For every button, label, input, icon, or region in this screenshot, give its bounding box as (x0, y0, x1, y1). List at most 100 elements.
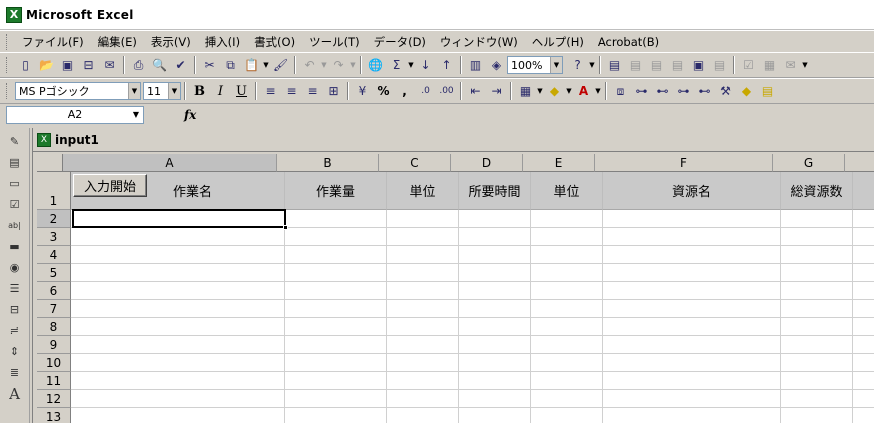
help-dropdown-icon[interactable]: ▼ (588, 61, 596, 69)
cell-b[interactable] (285, 408, 387, 423)
comma-button[interactable]: , (394, 81, 415, 102)
show-comment-icon[interactable]: ▤ (667, 55, 688, 76)
cell-f[interactable] (603, 300, 781, 318)
cell-f[interactable] (603, 246, 781, 264)
chevron-down-icon[interactable]: ▼ (129, 107, 143, 123)
cell-f[interactable] (603, 228, 781, 246)
row-header[interactable]: 8 (37, 318, 71, 336)
text-icon[interactable]: A (5, 384, 25, 403)
font-name-select[interactable]: MS Pゴシック ▼ (15, 82, 141, 100)
cell-d[interactable] (459, 246, 531, 264)
checkbox-icon[interactable]: ☑ (5, 195, 25, 214)
select-all-corner[interactable] (37, 154, 63, 172)
cell-a[interactable] (71, 300, 285, 318)
cell-h[interactable] (853, 282, 874, 300)
cell-e[interactable] (531, 354, 603, 372)
cell-d[interactable] (459, 372, 531, 390)
cell-g[interactable] (781, 318, 853, 336)
cell-f[interactable] (603, 372, 781, 390)
update-file-icon[interactable]: ▦ (759, 55, 780, 76)
send-icon[interactable]: ✉ (780, 55, 801, 76)
cell-d[interactable] (459, 336, 531, 354)
font-color-icon[interactable]: A (573, 81, 594, 102)
cell-b[interactable] (285, 318, 387, 336)
row-header[interactable]: 12 (37, 390, 71, 408)
cell-a[interactable] (71, 246, 285, 264)
cell-f[interactable] (603, 264, 781, 282)
remove-arrows-icon[interactable]: ⊷ (652, 81, 673, 102)
cell-a[interactable] (71, 264, 285, 282)
save-icon[interactable]: ▣ (57, 55, 78, 76)
cell-a[interactable] (71, 390, 285, 408)
trace-dependents-icon[interactable]: ⊶ (631, 81, 652, 102)
combo-box-icon[interactable]: ⊟ (5, 300, 25, 319)
workbook-icon[interactable]: X (37, 132, 51, 147)
remove-all-arrows-icon[interactable]: ⊷ (694, 81, 715, 102)
autosum-dropdown-icon[interactable]: ▼ (407, 61, 415, 69)
cell-e[interactable] (531, 300, 603, 318)
cell-f[interactable] (603, 390, 781, 408)
cell-g[interactable] (781, 246, 853, 264)
cell-a[interactable] (71, 228, 285, 246)
list-box-icon[interactable]: ☰ (5, 279, 25, 298)
print-icon[interactable]: ⎙ (128, 55, 149, 76)
cell-e[interactable] (531, 390, 603, 408)
menu-view[interactable]: 表示(V) (144, 32, 198, 52)
show-all-comments-icon[interactable]: ▣ (688, 55, 709, 76)
cell-g[interactable] (781, 372, 853, 390)
menu-edit[interactable]: 編集(E) (91, 32, 144, 52)
header-cell-b[interactable]: 作業量 (285, 172, 387, 210)
start-input-button[interactable]: 入力開始 (73, 174, 147, 197)
header-cell-d[interactable]: 所要時間 (459, 172, 531, 210)
option-button-icon[interactable]: ◉ (5, 258, 25, 277)
cell-g[interactable] (781, 282, 853, 300)
chevron-down-icon[interactable]: ▼ (128, 83, 140, 99)
cell-b[interactable] (285, 300, 387, 318)
increase-decimal-icon[interactable]: .0 (415, 81, 436, 102)
cell-b[interactable] (285, 210, 387, 228)
cell-c[interactable] (387, 246, 459, 264)
undo-icon[interactable]: ↶ (299, 55, 320, 76)
cell-f[interactable] (603, 408, 781, 423)
cell-e[interactable] (531, 336, 603, 354)
drawing-icon[interactable]: ◈ (486, 55, 507, 76)
cell-f[interactable] (603, 210, 781, 228)
chevron-down-icon[interactable]: ▼ (168, 83, 180, 99)
menu-insert[interactable]: 挿入(I) (198, 32, 247, 52)
toolbar-options-icon[interactable]: ▼ (801, 61, 809, 69)
trace-error-icon[interactable]: ⊶ (673, 81, 694, 102)
open-icon[interactable]: 📂 (36, 55, 57, 76)
cell-b[interactable] (285, 354, 387, 372)
header-cell-e[interactable]: 単位 (531, 172, 603, 210)
font-size-select[interactable]: 11 ▼ (143, 82, 181, 100)
cell-d[interactable] (459, 390, 531, 408)
combo-list-icon[interactable]: ≣ (5, 363, 25, 382)
cell-g[interactable] (781, 408, 853, 423)
cell-b[interactable] (285, 246, 387, 264)
cell-b[interactable] (285, 264, 387, 282)
cell-h[interactable] (853, 264, 874, 282)
cell-h[interactable] (853, 336, 874, 354)
cell-c[interactable] (387, 282, 459, 300)
cell-c[interactable] (387, 408, 459, 423)
hyperlink-icon[interactable]: 🌐 (365, 55, 386, 76)
cell-a[interactable] (71, 372, 285, 390)
cell-h[interactable] (853, 390, 874, 408)
row-header[interactable]: 7 (37, 300, 71, 318)
trace-precedents-icon[interactable]: ⧈ (610, 81, 631, 102)
track-changes-icon[interactable]: ☑ (738, 55, 759, 76)
cell-f[interactable] (603, 336, 781, 354)
align-center-icon[interactable]: ≡ (281, 81, 302, 102)
menu-file[interactable]: ファイル(F) (15, 32, 91, 52)
new-icon[interactable]: ▯ (15, 55, 36, 76)
edit-mode-icon[interactable]: ✎ (5, 132, 25, 151)
row-header[interactable]: 13 (37, 408, 71, 423)
underline-button[interactable]: U (231, 81, 252, 102)
cell-g[interactable] (781, 390, 853, 408)
cell-g[interactable] (781, 228, 853, 246)
column-header-h[interactable] (845, 154, 874, 172)
error-check-icon[interactable]: ◆ (736, 81, 757, 102)
redo-dropdown-icon[interactable]: ▼ (349, 61, 357, 69)
header-cell-f[interactable]: 資源名 (603, 172, 781, 210)
cell-c[interactable] (387, 264, 459, 282)
